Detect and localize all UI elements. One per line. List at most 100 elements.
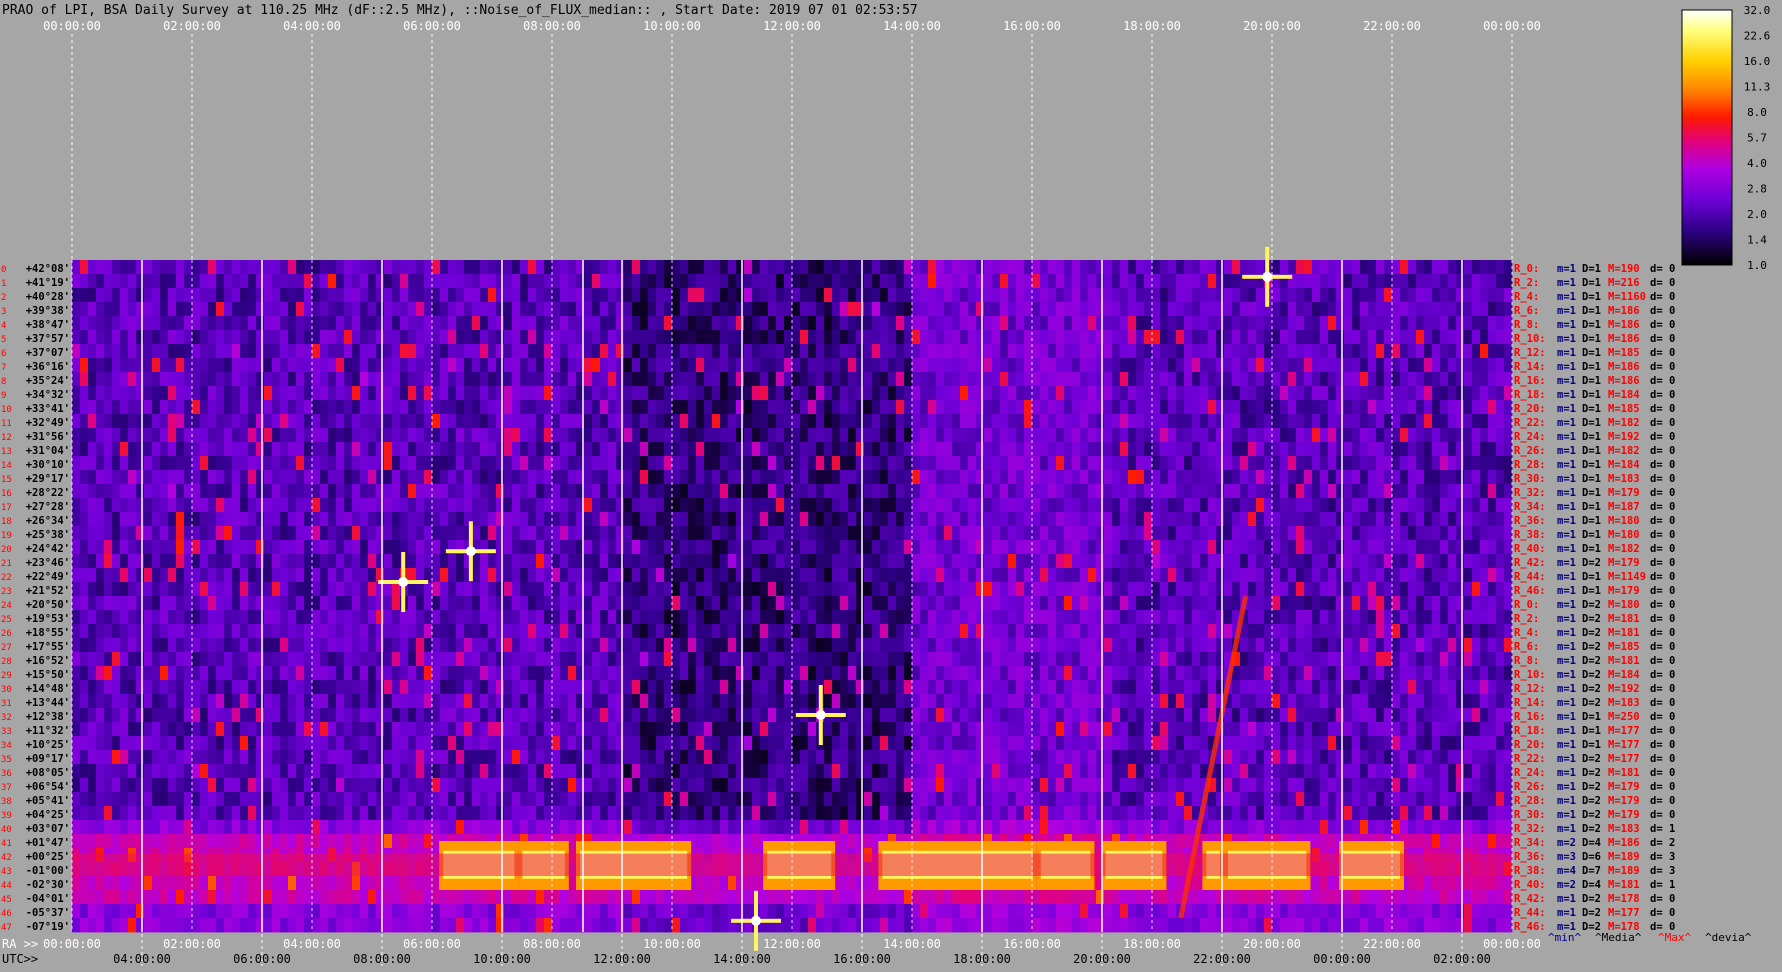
heatmap-cell [1152, 512, 1160, 526]
heatmap-cell [880, 442, 888, 456]
heatmap-cell [696, 582, 704, 596]
heatmap-cell [968, 330, 976, 344]
heatmap-cell [1048, 470, 1056, 484]
heatmap-cell [1352, 358, 1360, 372]
heatmap-cell [240, 582, 248, 596]
heatmap-cell [1360, 344, 1368, 358]
heatmap-cell [1064, 526, 1072, 540]
heatmap-cell [608, 330, 616, 344]
heatmap-cell [840, 498, 848, 512]
heatmap-cell [600, 484, 608, 498]
heatmap-cell [488, 400, 496, 414]
heatmap-cell [280, 456, 288, 470]
heatmap-cell [192, 638, 200, 652]
heatmap-cell [304, 456, 312, 470]
heatmap-cell [1328, 610, 1336, 624]
heatmap-cell [96, 484, 104, 498]
heatmap-cell [760, 330, 768, 344]
heatmap-cell [664, 568, 672, 582]
heatmap-cell [1184, 288, 1192, 302]
heatmap-cell [1128, 400, 1136, 414]
heatmap-cell [920, 288, 928, 302]
heatmap-cell [192, 470, 200, 484]
heatmap-cell [736, 624, 744, 638]
heatmap-cell [1488, 344, 1496, 358]
heatmap-cell [816, 596, 824, 610]
heatmap-cell [1072, 302, 1080, 316]
heatmap-cell [592, 358, 600, 372]
heatmap-cell [696, 302, 704, 316]
heatmap-cell [144, 470, 152, 484]
heatmap-cell [344, 344, 352, 358]
heatmap-cell [952, 302, 960, 316]
heatmap-cell [752, 512, 760, 526]
heatmap-cell [1160, 624, 1168, 638]
heatmap-cell [800, 512, 808, 526]
heatmap-cell [432, 526, 440, 540]
heatmap-cell [1360, 596, 1368, 610]
heatmap-cell [1432, 540, 1440, 554]
heatmap-cell [1336, 540, 1344, 554]
heatmap-cell [1296, 470, 1304, 484]
heatmap-cell [568, 274, 576, 288]
heatmap-cell [952, 540, 960, 554]
heatmap-cell [832, 498, 840, 512]
heatmap-cell [328, 568, 336, 582]
heatmap-cell [1360, 554, 1368, 568]
heatmap-cell [1448, 302, 1456, 316]
heatmap-cell [424, 428, 432, 442]
heatmap-cell [896, 288, 904, 302]
heatmap-cell [536, 358, 544, 372]
heatmap-cell [696, 344, 704, 358]
heatmap-cell [336, 610, 344, 624]
heatmap-cell [736, 526, 744, 540]
heatmap-cell [288, 540, 296, 554]
heatmap-cell [1024, 624, 1032, 638]
heatmap-cell [496, 484, 504, 498]
heatmap-cell [632, 260, 640, 274]
heatmap-cell [336, 526, 344, 540]
heatmap-cell [1160, 596, 1168, 610]
heatmap-cell [128, 414, 136, 428]
heatmap-cell [840, 414, 848, 428]
survey-window: PRAO of LPI, BSA Daily Survey at 110.25 … [0, 0, 1782, 968]
heatmap-cell [1144, 512, 1152, 526]
heatmap-cell [88, 316, 96, 330]
heatmap-cell [488, 330, 496, 344]
heatmap-cell [400, 526, 408, 540]
heatmap-cell [432, 512, 440, 526]
heatmap-cell [1272, 428, 1280, 442]
heatmap-cell [928, 610, 936, 624]
heatmap-cell [632, 442, 640, 456]
heatmap-cell [1440, 526, 1448, 540]
heatmap-cell [1144, 274, 1152, 288]
heatmap-cell [96, 330, 104, 344]
heatmap-cell [704, 498, 712, 512]
heatmap-cell [192, 274, 200, 288]
heatmap-cell [1280, 470, 1288, 484]
heatmap-cell [728, 568, 736, 582]
heatmap-cell [328, 596, 336, 610]
heatmap-cell [104, 526, 112, 540]
heatmap-cell [344, 470, 352, 484]
heatmap-cell [776, 526, 784, 540]
heatmap-cell [1352, 302, 1360, 316]
heatmap-cell [1008, 442, 1016, 456]
heatmap-cell [648, 484, 656, 498]
heatmap-cell [856, 456, 864, 470]
heatmap-cell [1088, 470, 1096, 484]
heatmap-cell [552, 638, 560, 652]
heatmap-cell [1496, 316, 1504, 330]
heatmap-cell [1304, 512, 1312, 526]
heatmap-cell [680, 428, 688, 442]
heatmap-cell [656, 274, 664, 288]
heatmap-cell [360, 568, 368, 582]
heatmap-cell [1184, 386, 1192, 400]
heatmap-cell [1416, 456, 1424, 470]
heatmap-cell [496, 638, 504, 652]
heatmap-cell [656, 330, 664, 344]
heatmap-cell [520, 554, 528, 568]
heatmap-cell [96, 428, 104, 442]
heatmap-cell [176, 428, 184, 442]
heatmap-cell [896, 316, 904, 330]
